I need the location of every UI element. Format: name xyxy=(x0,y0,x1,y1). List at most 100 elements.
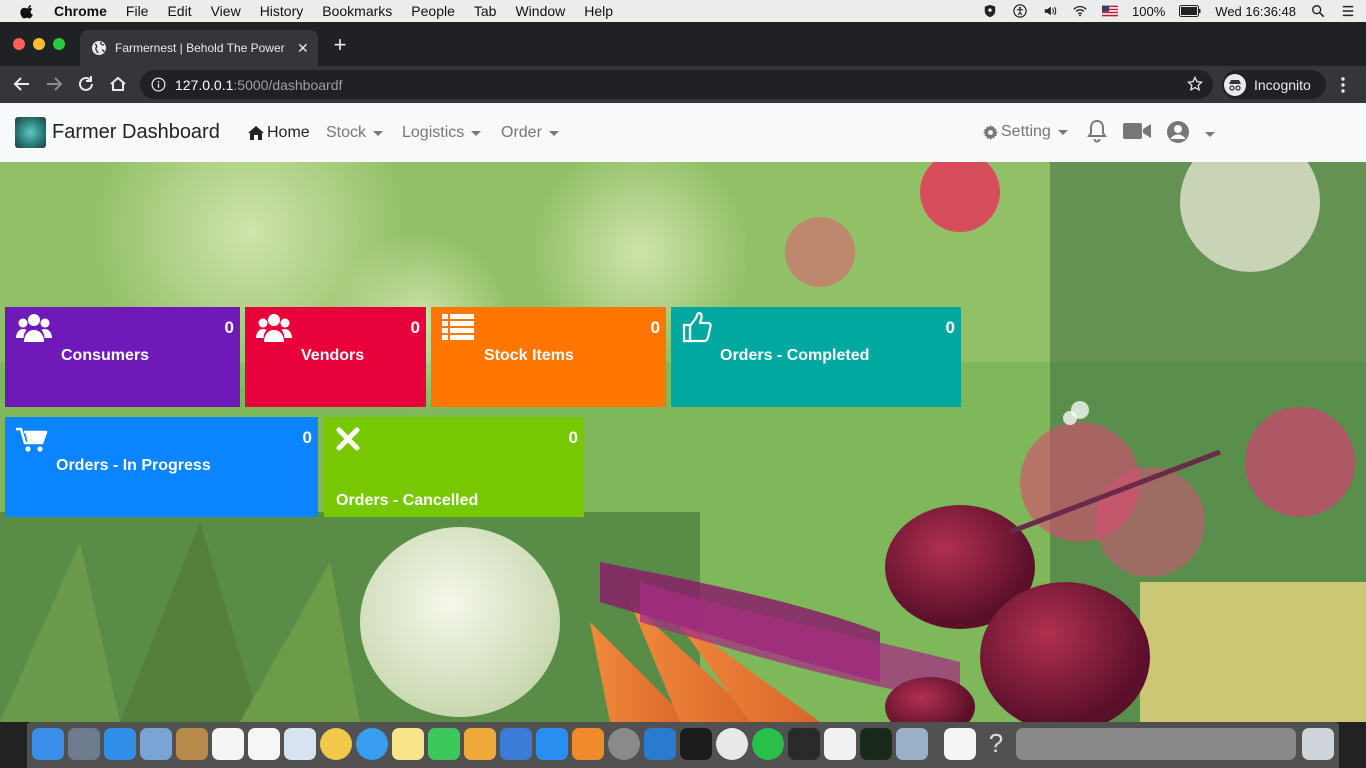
zoom-window-button[interactable] xyxy=(53,38,65,50)
nav-setting-dropdown[interactable]: Setting xyxy=(983,123,1068,141)
nav-logistics-dropdown[interactable]: Logistics xyxy=(402,124,482,142)
calendar-icon[interactable] xyxy=(212,728,244,760)
vscode-icon[interactable] xyxy=(644,728,676,760)
finder-icon[interactable] xyxy=(32,728,64,760)
browser-tab[interactable]: Farmernest | Behold The Power ✕ xyxy=(80,30,318,66)
tile-orders-cancelled-label: Orders - Cancelled xyxy=(336,492,479,509)
menu-app-name[interactable]: Chrome xyxy=(54,3,107,19)
preview-icon[interactable] xyxy=(284,728,316,760)
books-icon[interactable] xyxy=(572,728,604,760)
photos-icon[interactable] xyxy=(320,728,352,760)
shield-icon[interactable] xyxy=(982,4,998,18)
tile-orders-in-progress[interactable]: 0 Orders - In Progress xyxy=(5,417,318,517)
tile-orders-completed[interactable]: 0 Orders - Completed xyxy=(671,307,961,407)
mail-icon[interactable] xyxy=(140,728,172,760)
apple-icon[interactable] xyxy=(20,3,36,19)
forward-arrow-icon[interactable] xyxy=(43,73,65,95)
menu-view[interactable]: View xyxy=(211,3,241,19)
help-question-icon[interactable]: ? xyxy=(980,728,1012,760)
menu-window[interactable]: Window xyxy=(515,3,565,19)
info-icon[interactable] xyxy=(151,77,166,92)
menu-edit[interactable]: Edit xyxy=(167,3,191,19)
tile-consumers[interactable]: 0 Consumers xyxy=(5,307,240,407)
menubar-status-area: 100% Wed 16:36:48 xyxy=(982,0,1356,22)
users-icon xyxy=(16,314,52,342)
close-window-button[interactable] xyxy=(13,38,25,50)
chrome-icon[interactable] xyxy=(716,728,748,760)
more-menu-icon[interactable] xyxy=(1336,75,1350,95)
new-tab-button[interactable]: + xyxy=(330,32,350,58)
nav-logistics-label: Logistics xyxy=(402,124,465,141)
menu-history[interactable]: History xyxy=(260,3,304,19)
messages-icon[interactable] xyxy=(356,728,388,760)
image-capture-icon[interactable] xyxy=(896,728,928,760)
safari-icon[interactable] xyxy=(104,728,136,760)
brand-title[interactable]: Farmer Dashboard xyxy=(52,121,220,144)
activity-monitor-icon[interactable] xyxy=(860,728,892,760)
reminders-icon[interactable] xyxy=(248,728,280,760)
terminal-icon[interactable] xyxy=(788,728,820,760)
bookmark-star-icon[interactable] xyxy=(1187,76,1203,92)
close-tab-icon[interactable]: ✕ xyxy=(297,40,309,57)
accessibility-icon[interactable] xyxy=(1012,4,1028,18)
flag-icon[interactable] xyxy=(1102,4,1119,18)
pycharm-icon[interactable] xyxy=(680,728,712,760)
reload-icon[interactable] xyxy=(75,73,97,95)
tile-orders-cancelled-count: 0 xyxy=(568,428,578,447)
menu-bookmarks[interactable]: Bookmarks xyxy=(322,3,392,19)
user-menu-chevron-icon[interactable] xyxy=(1205,132,1215,137)
menu-file[interactable]: File xyxy=(126,3,149,19)
keynote-icon[interactable] xyxy=(500,728,532,760)
menu-tab[interactable]: Tab xyxy=(474,3,497,19)
menu-help[interactable]: Help xyxy=(584,3,613,19)
nav-order-dropdown[interactable]: Order xyxy=(501,124,559,142)
tile-orders-completed-count: 0 xyxy=(945,318,955,337)
notes-icon[interactable] xyxy=(392,728,424,760)
chevron-down-icon xyxy=(1057,129,1068,135)
tile-vendors[interactable]: 0 Vendors xyxy=(245,307,426,407)
home-icon xyxy=(248,126,264,140)
back-arrow-icon[interactable] xyxy=(11,73,33,95)
system-preferences-icon[interactable] xyxy=(608,728,640,760)
globe-icon xyxy=(92,41,106,55)
tile-orders-in-progress-count: 0 xyxy=(302,428,312,447)
textedit-icon[interactable] xyxy=(824,728,856,760)
bell-icon[interactable] xyxy=(1086,119,1108,143)
tile-stock-items[interactable]: 0 Stock Items xyxy=(431,307,666,407)
app-store-icon[interactable] xyxy=(536,728,568,760)
nav-stock-label: Stock xyxy=(326,124,367,141)
tile-stock-items-label: Stock Items xyxy=(484,347,574,364)
document-icon[interactable] xyxy=(944,728,976,760)
facetime-icon[interactable] xyxy=(428,728,460,760)
nav-stock-dropdown[interactable]: Stock xyxy=(326,124,384,142)
trash-icon[interactable] xyxy=(1302,728,1334,760)
battery-icon[interactable] xyxy=(1179,4,1201,18)
notification-center-icon[interactable] xyxy=(1340,4,1356,18)
video-camera-icon[interactable] xyxy=(1123,122,1151,140)
user-avatar-icon[interactable] xyxy=(1166,120,1190,144)
tile-orders-cancelled[interactable]: 0 Orders - Cancelled xyxy=(324,417,584,517)
tile-orders-in-progress-label: Orders - In Progress xyxy=(56,457,211,474)
macos-dock: ? xyxy=(27,722,1339,768)
incognito-indicator[interactable]: Incognito xyxy=(1222,70,1326,99)
volume-icon[interactable] xyxy=(1042,4,1058,18)
home-icon[interactable] xyxy=(107,73,129,95)
thumbs-up-icon xyxy=(682,311,712,343)
brand-logo[interactable] xyxy=(15,117,46,148)
address-bar[interactable]: 127.0.0.1:5000/dashboardf xyxy=(140,70,1213,99)
minimized-windows[interactable] xyxy=(1016,728,1296,760)
url-host: 127.0.0.1 xyxy=(175,76,234,93)
launchpad-icon[interactable] xyxy=(68,728,100,760)
clock[interactable]: Wed 16:36:48 xyxy=(1215,4,1296,19)
contacts-icon[interactable] xyxy=(176,728,208,760)
pages-icon[interactable] xyxy=(464,728,496,760)
whatsapp-icon[interactable] xyxy=(752,728,784,760)
wifi-icon[interactable] xyxy=(1072,4,1088,18)
minimize-window-button[interactable] xyxy=(33,38,45,50)
spotlight-search-icon[interactable] xyxy=(1310,4,1326,18)
nav-home[interactable]: Home xyxy=(248,124,310,142)
battery-percent: 100% xyxy=(1132,3,1166,19)
menu-people[interactable]: People xyxy=(411,3,455,19)
close-icon xyxy=(336,427,360,451)
incognito-icon xyxy=(1224,73,1246,96)
